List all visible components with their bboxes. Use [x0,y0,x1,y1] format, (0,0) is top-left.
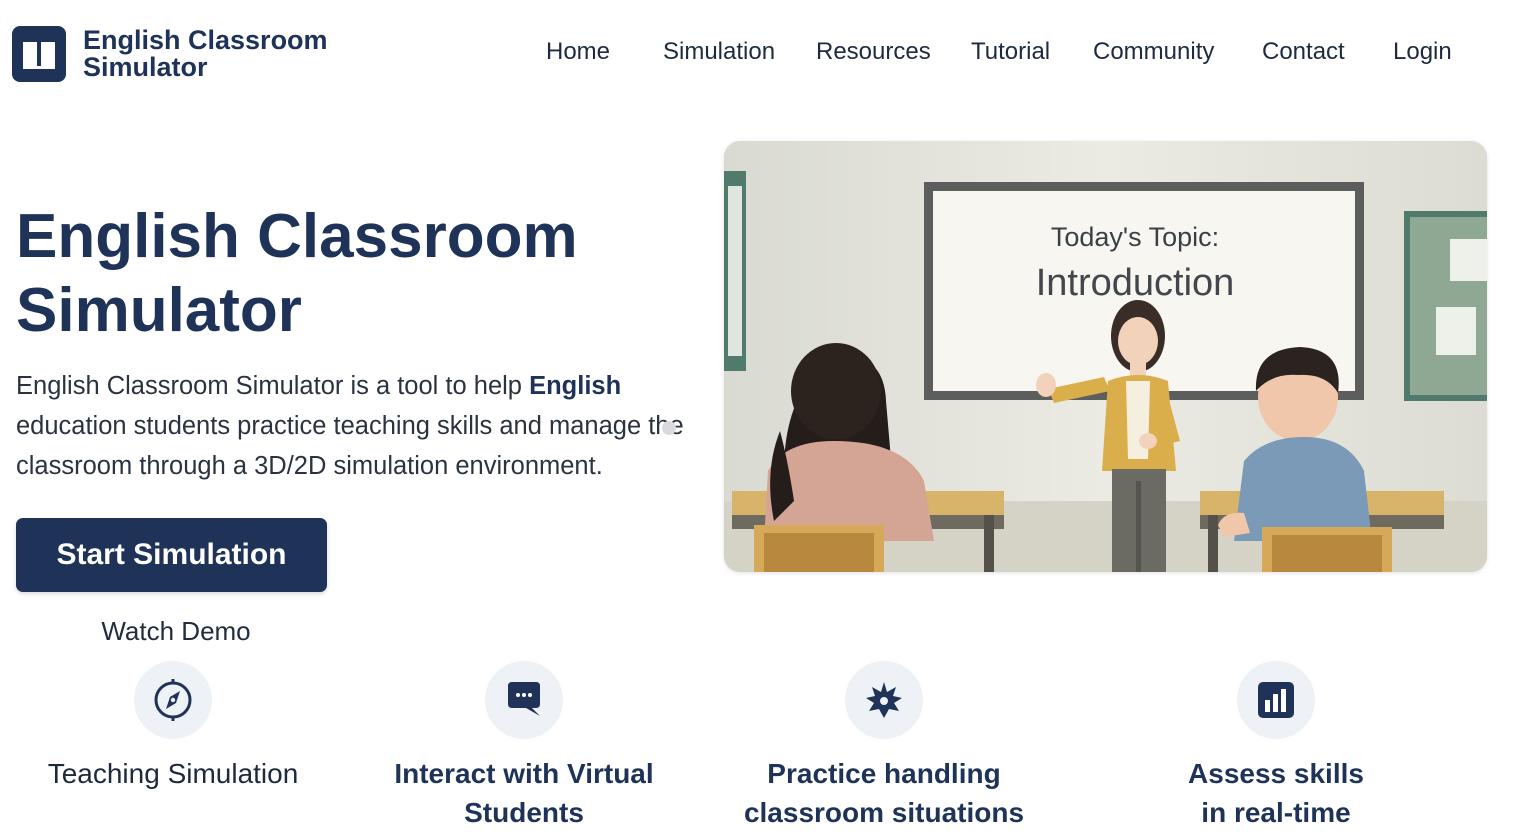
feature-title: Assess skills in real-time [1188,758,1364,828]
feature-handle-situations: Practice handling classroom situations [731,661,1037,832]
bar-chart-icon [1237,661,1315,739]
chat-bubble-icon [485,661,563,739]
feature-title: Interact with Virtual Students [394,758,654,828]
hero-description-prefix: English Classroom Simulator is a tool to… [16,372,530,400]
hero-description-bold: English [529,372,622,400]
start-simulation-button[interactable]: Start Simulation [16,518,327,592]
hero-description-suffix: education students practice teaching ski… [16,412,684,480]
feature-title: Teaching Simulation [47,758,299,789]
nav-simulation[interactable]: Simulation [663,38,775,66]
nav-resources[interactable]: Resources [816,38,931,66]
site-header: English Classroom Simulator Home Simulat… [0,0,1536,110]
classroom-illustration [724,141,1487,572]
nav-contact[interactable]: Contact [1262,38,1345,66]
hero-description: English Classroom Simulator is a tool to… [16,366,686,486]
compass-icon [134,661,212,739]
main-nav: Home Simulation Resources Tutorial Commu… [0,38,1536,74]
board-label: Today's Topic: [1050,222,1220,252]
alert-burst-icon [845,661,923,739]
hero-title: English Classroom Simulator [16,202,578,345]
board-topic: Introduction [1035,262,1235,304]
feature-interact-students: Interact with Virtual Students [392,661,656,832]
feature-assess-skills: Assess skills in real-time [1174,661,1378,832]
feature-teaching-simulation: Teaching Simulation [28,661,318,793]
nav-community[interactable]: Community [1093,38,1214,66]
nav-login[interactable]: Login [1393,38,1452,66]
watch-demo-link[interactable]: Watch Demo [16,616,336,647]
feature-title: Practice handling classroom situations [743,758,1025,828]
nav-tutorial[interactable]: Tutorial [971,38,1050,66]
scroll-indicator [662,421,676,435]
nav-home[interactable]: Home [546,38,610,66]
